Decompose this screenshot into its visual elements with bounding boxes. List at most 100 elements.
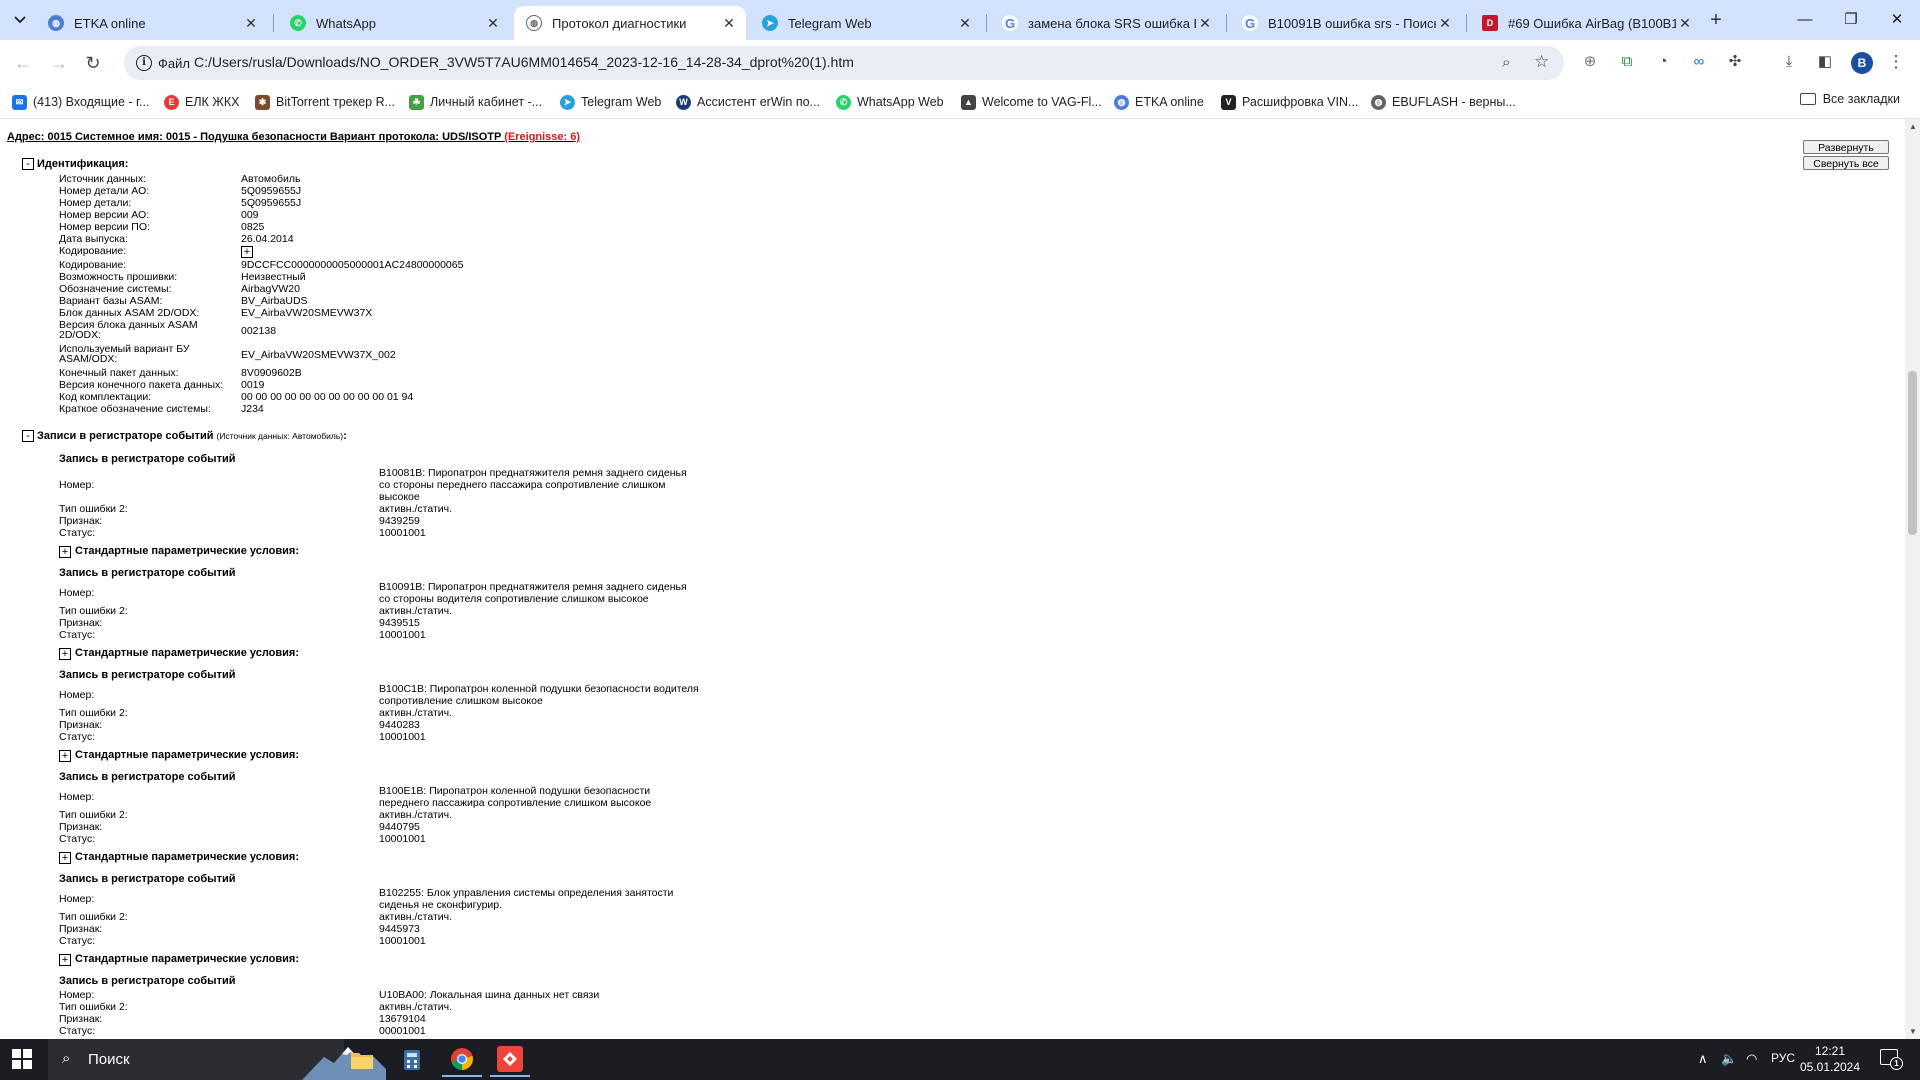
bookmark-etka[interactable]: ◍ ETKA online	[1114, 92, 1204, 112]
tab-whatsapp[interactable]: ✆ WhatsApp ✕	[278, 6, 510, 40]
close-window-button[interactable]: ✕	[1874, 0, 1920, 40]
bookmark-vagflash[interactable]: ▲ Welcome to VAG-Fl...	[961, 92, 1102, 112]
site-info-chip[interactable]: i Файл	[130, 51, 200, 75]
volume-icon[interactable]: 🔈	[1721, 1051, 1737, 1067]
coding-expand-toggle[interactable]: +	[241, 246, 253, 258]
events-collapse-toggle[interactable]: -	[22, 430, 34, 442]
params-expand-toggle[interactable]: +	[59, 648, 71, 660]
event-sign-value: 13679104	[379, 1013, 426, 1025]
tab-drive2-airbag[interactable]: D #69 Ошибка AirBag (B100B1B) ✕	[1470, 6, 1702, 40]
search-icon: ⌕	[62, 1050, 71, 1067]
tab-diagnostic-protocol[interactable]: ◍ Протокол диагностики ✕	[514, 6, 746, 40]
globe-icon: ◍	[1114, 94, 1129, 110]
tab-divider	[1226, 14, 1227, 32]
tab-divider	[986, 14, 987, 32]
back-button[interactable]: ←	[10, 50, 36, 76]
taskbar-search-box[interactable]: ⌕ Поиск	[48, 1039, 386, 1080]
taskbar-calculator[interactable]	[392, 1043, 432, 1077]
minimize-button[interactable]: —	[1782, 0, 1828, 40]
close-icon[interactable]: ✕	[1196, 15, 1214, 32]
profile-avatar[interactable]: B	[1851, 52, 1873, 74]
taskbar-explorer[interactable]	[342, 1043, 382, 1077]
bookmark-vin[interactable]: V Расшифровка VIN...	[1221, 92, 1358, 112]
more-menu-icon[interactable]: ⋮	[1885, 51, 1907, 73]
address-bar[interactable]: i Файл C:/Users/rusla/Downloads/NO_ORDER…	[124, 46, 1564, 80]
collapse-all-button[interactable]: Свернуть все	[1803, 156, 1889, 170]
bookmark-erwin[interactable]: W Ассистент erWin по...	[676, 92, 820, 112]
taskbar-chrome[interactable]	[442, 1043, 482, 1077]
id-value: 002138	[241, 325, 277, 337]
new-tab-button[interactable]: +	[1704, 8, 1728, 32]
expand-all-button[interactable]: Развернуть все	[1803, 140, 1889, 167]
close-icon[interactable]: ✕	[720, 15, 738, 32]
params-expand-toggle[interactable]: +	[59, 852, 71, 864]
close-icon[interactable]: ✕	[242, 15, 260, 32]
tab-google-search-b10091b[interactable]: G B10091B ошибка srs - Поиск в ✕	[1230, 6, 1462, 40]
zoom-icon[interactable]: ⌕	[1502, 54, 1510, 71]
restore-button[interactable]: ❐	[1828, 0, 1874, 40]
all-bookmarks-button[interactable]: Все закладки	[1799, 92, 1900, 106]
page-scrollbar[interactable]: ▲ ▼	[1905, 119, 1920, 1039]
folder-icon	[1799, 93, 1816, 105]
bookmark-elk[interactable]: Е ЕЛК ЖКХ	[164, 92, 239, 112]
reload-button[interactable]: ↻	[80, 50, 106, 76]
windows-start-button[interactable]	[12, 1049, 32, 1069]
bookmark-cabinet[interactable]: ☘ Личный кабинет -...	[409, 92, 542, 112]
id-value: EV_AirbaVW20SMEVW37X_002	[241, 349, 396, 361]
event-type-value: активн./статич.	[379, 707, 453, 719]
bookmark-whatsapp[interactable]: ✆ WhatsApp Web	[836, 92, 944, 112]
close-icon[interactable]: ✕	[484, 15, 502, 32]
bookmark-ebuflash[interactable]: ◍ EBUFLASH - верны...	[1371, 92, 1516, 112]
extension-screen-icon[interactable]: ⧉	[1616, 51, 1638, 73]
whatsapp-icon: ✆	[836, 94, 851, 110]
show-hidden-icons-button[interactable]: ∧	[1698, 1051, 1708, 1067]
params-expand-toggle[interactable]: +	[59, 750, 71, 762]
globe-icon: ◍	[48, 15, 64, 31]
scroll-up-arrow-icon[interactable]: ▲	[1909, 122, 1917, 131]
tab-search-button[interactable]	[8, 8, 32, 32]
event-entry-title: Запись в регистраторе событий	[59, 975, 236, 987]
event-status-label: Статус:	[59, 935, 96, 947]
tab-title: Telegram Web	[788, 15, 872, 31]
bookmark-inbox[interactable]: ✉ (413) Входящие - г...	[12, 92, 149, 112]
vagflash-icon: ▲	[961, 94, 976, 110]
close-icon[interactable]: ✕	[1436, 15, 1454, 32]
tab-google-search-srs[interactable]: G замена блока SRS ошибка B10 ✕	[990, 6, 1222, 40]
cabinet-icon: ☘	[409, 94, 424, 110]
url-text[interactable]: C:/Users/rusla/Downloads/NO_ORDER_3VW5T7…	[194, 54, 854, 70]
tab-etka[interactable]: ◍ ETKA online ✕	[36, 6, 268, 40]
taskbar-clock[interactable]: 12:21 05.01.2024	[1798, 1043, 1862, 1075]
scroll-down-arrow-icon[interactable]: ▼	[1909, 1027, 1917, 1036]
bookmark-label: BitTorrent трекер R...	[276, 95, 396, 109]
tab-telegram[interactable]: ➤ Telegram Web ✕	[750, 6, 982, 40]
events-count-link[interactable]: (Ereignisse: 6)	[504, 131, 580, 143]
mail-icon: ✉	[12, 94, 27, 110]
scrollbar-thumb[interactable]	[1908, 371, 1917, 535]
network-icon[interactable]: ◠	[1746, 1051, 1757, 1067]
close-icon[interactable]: ✕	[956, 15, 974, 32]
clock-time: 12:21	[1814, 1044, 1846, 1058]
bookmark-star-icon[interactable]: ☆	[1534, 52, 1549, 72]
globe-icon: ◍	[526, 15, 542, 31]
language-indicator[interactable]: РУС	[1771, 1051, 1795, 1065]
extensions-puzzle-icon[interactable]: ✣	[1724, 51, 1746, 73]
vpn-extension-icon[interactable]: ∞	[1688, 51, 1710, 73]
event-number-value: B102255: Блок управления системы определ…	[379, 887, 674, 911]
params-title: Стандартные параметрические условия:	[75, 545, 299, 557]
windows-logo-pane	[23, 1060, 32, 1069]
event-type-label: Тип ошибки 2:	[59, 605, 128, 617]
taskbar-anydesk[interactable]	[490, 1043, 530, 1077]
params-expand-toggle[interactable]: +	[59, 954, 71, 966]
bookmark-telegram[interactable]: ➤ Telegram Web	[560, 92, 661, 112]
side-panel-icon[interactable]: ◧	[1814, 51, 1836, 73]
id-value: 0825	[241, 221, 265, 233]
download-icon[interactable]: ⤓	[1778, 51, 1800, 73]
speedometer-icon[interactable]: ◔	[1652, 51, 1674, 73]
notifications-icon[interactable]: 1	[1880, 1049, 1903, 1070]
bookmark-rutracker[interactable]: ✱ BitTorrent трекер R...	[255, 92, 395, 112]
translate-icon[interactable]: ⊕	[1579, 51, 1601, 73]
close-icon[interactable]: ✕	[1676, 15, 1694, 32]
forward-button[interactable]: →	[46, 50, 72, 76]
params-expand-toggle[interactable]: +	[59, 546, 71, 558]
identification-collapse-toggle[interactable]: -	[22, 158, 34, 170]
